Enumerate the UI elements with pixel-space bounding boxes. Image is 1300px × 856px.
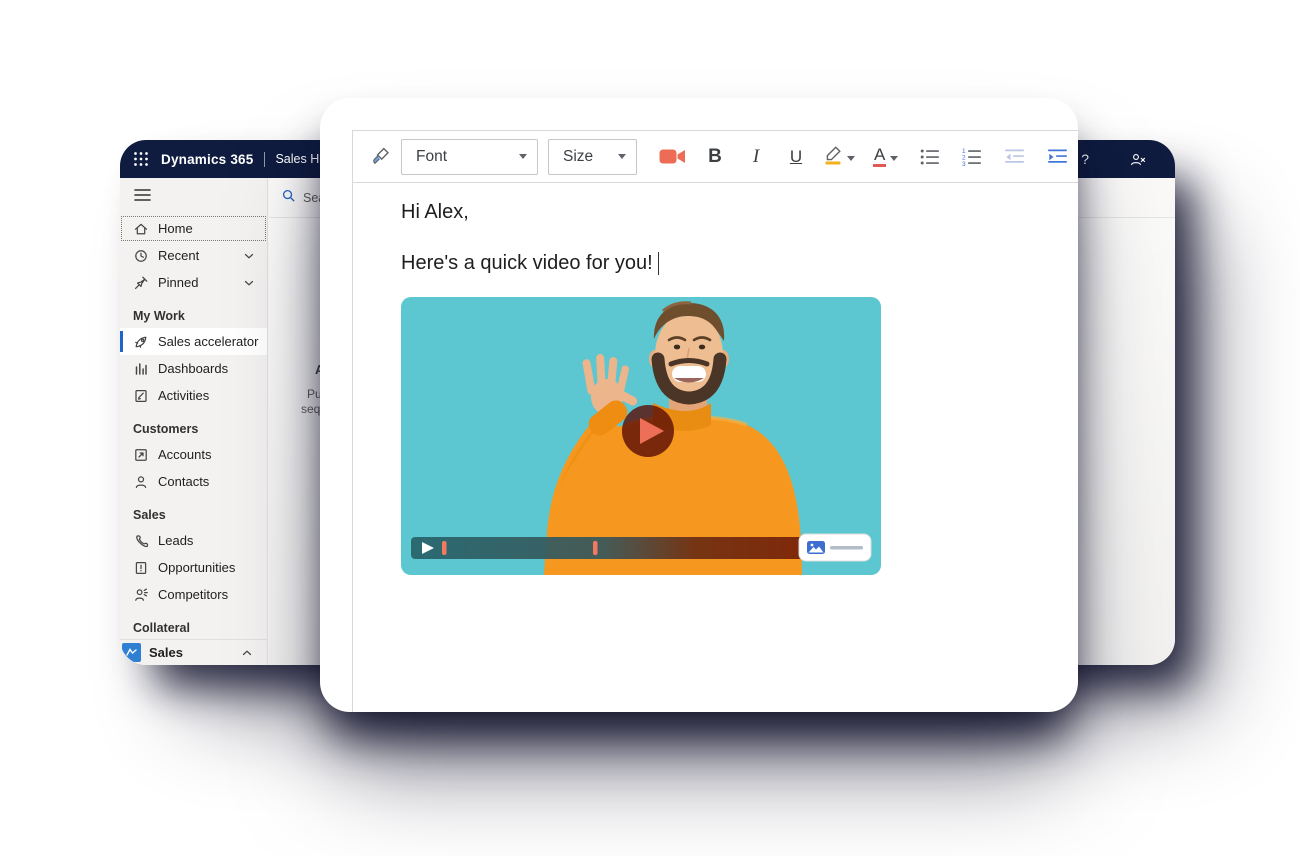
help-icon[interactable]: ? [1081,151,1089,167]
sidebar-section-collateral: Collateral [120,608,267,640]
svg-text:3: 3 [962,161,966,166]
sidebar-item-dashboards[interactable]: Dashboards [120,355,267,382]
size-dropdown[interactable]: Size [548,139,637,175]
activities-icon [133,388,149,404]
header-divider [264,152,265,167]
editor-frame: Font Size B I U A [352,130,1078,712]
empty-state-text-fragment: seq [301,402,320,416]
underline-button[interactable]: U [787,147,805,167]
font-color-icon: A [873,146,886,167]
sidebar-item-leads[interactable]: Leads [120,527,267,554]
competitors-icon [133,587,149,603]
sidebar-item-label: Accounts [158,447,211,462]
contacts-icon [133,474,149,490]
numbered-list-icon[interactable]: 123 [962,148,982,166]
area-switcher[interactable]: Sales [120,639,267,665]
sidebar-item-label: Dashboards [158,361,228,376]
text-cursor [658,252,660,275]
scrub-marker [442,541,447,555]
font-dropdown-label: Font [416,148,447,166]
sidebar-item-label: Pinned [158,275,198,290]
chevron-up-icon [239,645,255,661]
highlight-icon [823,144,843,170]
outdent-icon[interactable] [1005,148,1025,166]
sidebar-item-competitors[interactable]: Competitors [120,581,267,608]
caret-down-icon [890,148,898,166]
sitemap-sidebar: Home Recent Pinned My Work Sales accelerator… [120,178,268,665]
sidebar-item-label: Recent [158,248,199,263]
opportunities-icon [133,560,149,576]
brand-title: Dynamics 365 [161,152,253,167]
message-line: Here's a quick video for you! [401,252,653,275]
sidebar-item-label: Activities [158,388,209,403]
sidebar-item-label: Competitors [158,587,228,602]
indent-icon[interactable] [1048,148,1068,166]
caret-down-icon [618,154,626,159]
sidebar-item-label: Opportunities [158,560,235,575]
highlight-button[interactable] [823,144,855,170]
video-camera-icon[interactable] [659,147,686,166]
scrub-marker [593,541,598,555]
user-switch-icon[interactable] [1129,152,1147,167]
sidebar-section-customers: Customers [120,409,267,441]
sidebar-section-sales: Sales [120,495,267,527]
message-line: Hi Alex, [401,201,1078,224]
sidebar-item-accounts[interactable]: Accounts [120,441,267,468]
sidebar-item-activities[interactable]: Activities [120,382,267,409]
chevron-down-icon [241,248,257,264]
email-body-editable[interactable]: Hi Alex, Here's a quick video for you! [353,183,1078,575]
sidebar-item-contacts[interactable]: Contacts [120,468,267,495]
app-tile-icon [122,643,141,662]
menu-icon[interactable] [120,178,267,215]
sidebar-item-pinned[interactable]: Pinned [120,269,267,296]
editor-toolbar: Font Size B I U A [353,131,1078,183]
bold-button[interactable]: B [705,146,725,168]
sidebar-item-recent[interactable]: Recent [120,242,267,269]
video-thumbnail[interactable] [401,297,881,575]
chevron-down-icon [241,275,257,291]
sidebar-item-label: Sales accelerator [158,334,258,349]
screenshot-stage: Dynamics 365 Sales Hub ? HomeRecentPinne… [0,0,1300,856]
font-dropdown[interactable]: Font [401,139,538,175]
pin-icon [133,275,149,291]
bullet-list-icon[interactable] [920,148,940,166]
sidebar-item-label: Leads [158,533,193,548]
email-editor-card: Font Size B I U A [320,98,1078,712]
home-icon [133,221,149,237]
waffle-icon[interactable] [133,151,149,167]
thumbnail-pill [799,534,871,561]
italic-button[interactable]: I [747,146,765,168]
clock-icon [133,248,149,264]
size-dropdown-label: Size [563,148,593,166]
sidebar-item-label: Contacts [158,474,209,489]
dashboards-icon [133,361,149,377]
accounts-icon [133,447,149,463]
search-icon [281,188,296,208]
caret-down-icon [519,154,527,159]
sidebar-item-sales-accelerator[interactable]: Sales accelerator [120,328,267,355]
sidebar-item-opportunities[interactable]: Opportunities [120,554,267,581]
rocket-icon [133,334,149,350]
format-painter-icon[interactable] [370,146,391,167]
sidebar-item-label: Home [158,221,193,236]
font-color-button[interactable]: A [873,146,898,167]
area-switcher-label: Sales [149,645,183,660]
leads-icon [133,533,149,549]
sidebar-section-my-work: My Work [120,296,267,328]
sidebar-item-home[interactable]: Home [120,215,267,242]
caret-down-icon [847,148,855,166]
